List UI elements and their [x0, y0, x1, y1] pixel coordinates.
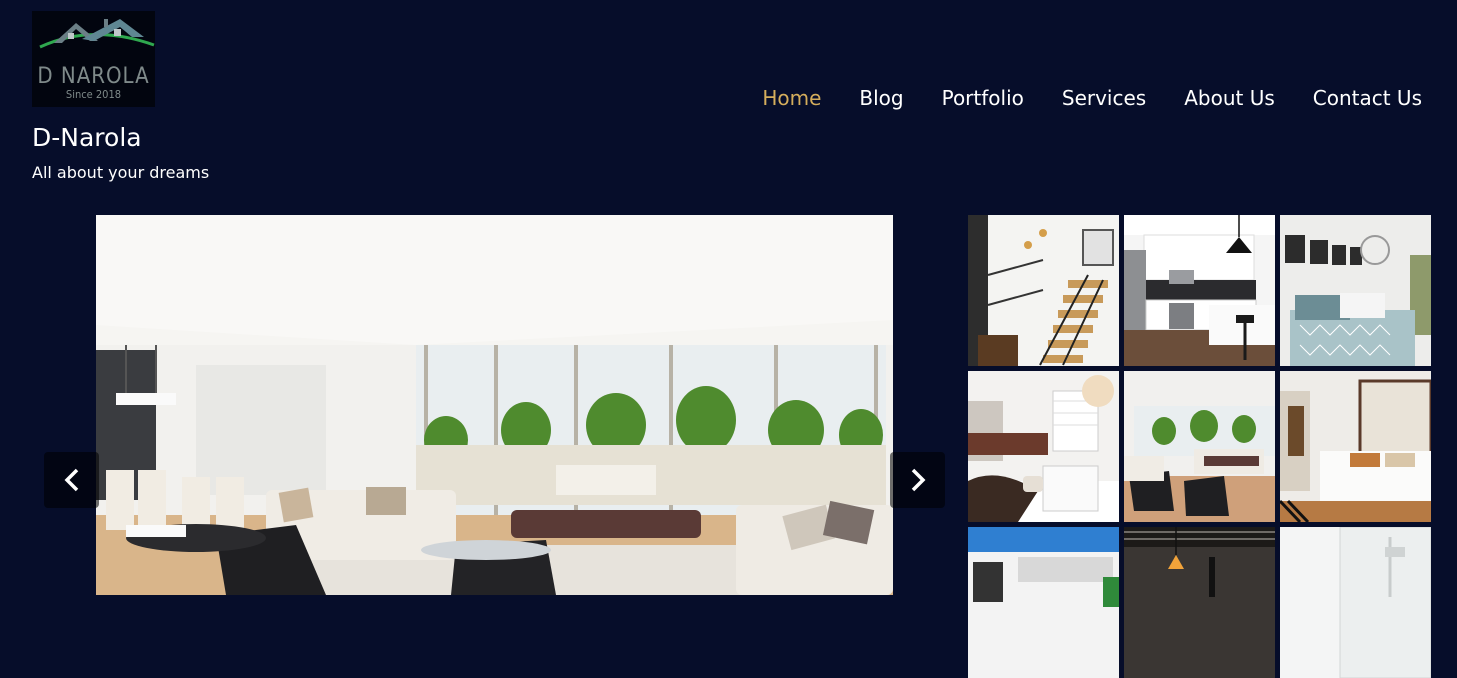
nav-blog[interactable]: Blog	[859, 86, 903, 110]
carousel-next-button[interactable]	[890, 452, 945, 508]
main-nav: Home Blog Portfolio Services About Us Co…	[762, 86, 1422, 110]
carousel-prev-button[interactable]	[44, 452, 99, 508]
gallery-thumb-living-room[interactable]	[1124, 371, 1275, 522]
chevron-right-icon	[911, 468, 925, 492]
site-tagline: All about your dreams	[32, 163, 210, 182]
gallery-thumb-dark-hallway[interactable]	[1124, 527, 1275, 678]
nav-services[interactable]: Services	[1062, 86, 1146, 110]
gallery-thumb-house-exterior[interactable]	[968, 527, 1119, 678]
gallery-thumb-bedroom[interactable]	[1280, 215, 1431, 366]
gallery-thumb-staircase[interactable]	[968, 215, 1119, 366]
nav-home[interactable]: Home	[762, 86, 821, 110]
site-title[interactable]: D-Narola	[32, 123, 142, 152]
gallery-thumb-bathroom[interactable]	[968, 371, 1119, 522]
logo-since: Since 2018	[65, 88, 122, 101]
nav-about-us[interactable]: About Us	[1184, 86, 1275, 110]
gallery-thumb-shower[interactable]	[1280, 527, 1431, 678]
carousel-slide-image	[96, 215, 893, 595]
nav-portfolio[interactable]: Portfolio	[942, 86, 1024, 110]
logo-name: D NAROLA	[37, 64, 150, 89]
nav-contact-us[interactable]: Contact Us	[1313, 86, 1422, 110]
site-logo[interactable]: D NAROLA Since 2018	[32, 11, 155, 107]
gallery-thumb-kitchen[interactable]	[1124, 215, 1275, 366]
gallery-thumb-master-bedroom[interactable]	[1280, 371, 1431, 522]
chevron-left-icon	[64, 468, 78, 492]
